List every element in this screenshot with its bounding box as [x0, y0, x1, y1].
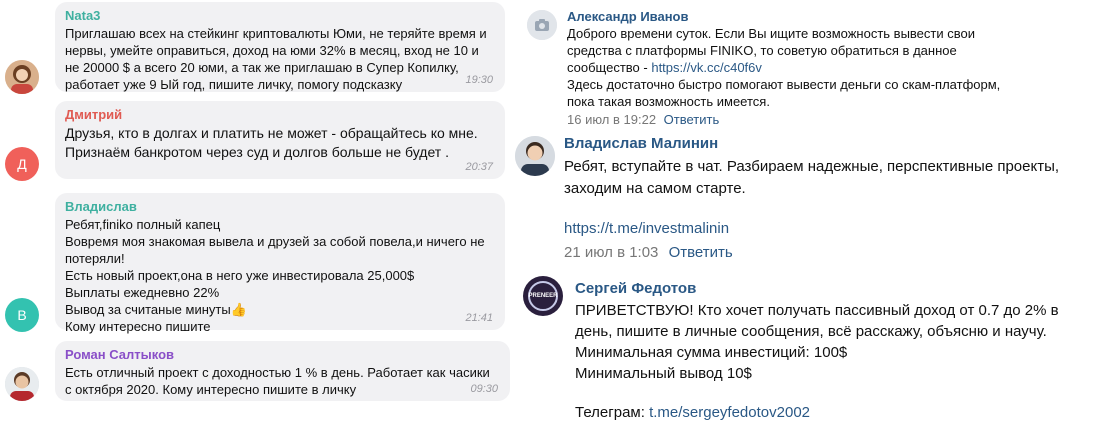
- message-bubble: Дмитрий Друзья, кто в долгах и платить н…: [55, 101, 505, 179]
- avatar-letter: Д: [17, 156, 27, 172]
- comment-date[interactable]: 21 июл в 1:03: [564, 244, 658, 261]
- comment-text: Ребят, вступайте в чат. Разбираем надежн…: [564, 158, 1060, 197]
- avatar-logo-text: PRENEER: [528, 293, 558, 299]
- message-time: 21:41: [465, 312, 493, 324]
- vk-comments-panel: Александр Иванов Доброго времени суток. …: [515, 0, 1098, 421]
- user-photo-icon: [515, 136, 555, 176]
- avatar[interactable]: [527, 10, 557, 40]
- sender-name[interactable]: Роман Салтыков: [65, 347, 500, 362]
- message-text: Приглашаю всех на стейкинг криптовалюты …: [65, 26, 487, 92]
- sender-name[interactable]: Nata3: [65, 8, 495, 23]
- comment-author[interactable]: Владислав Малинин: [564, 133, 1094, 155]
- message-time: 20:37: [465, 161, 493, 173]
- avatar[interactable]: PRENEER: [523, 276, 563, 316]
- reply-button[interactable]: Ответить: [669, 244, 733, 261]
- message-time: 09:30: [470, 383, 498, 395]
- sender-name[interactable]: Владислав: [65, 199, 495, 214]
- user-photo-icon: [5, 367, 39, 401]
- comment-text: Доброго времени суток. Если Вы ищите воз…: [567, 25, 1087, 76]
- message-text: Ребят,finiko полный капец Вовремя моя зн…: [65, 217, 485, 334]
- avatar[interactable]: В: [5, 298, 39, 332]
- comment-text-part: Доброго времени суток. Если Вы ищите воз…: [567, 26, 975, 75]
- telegram-link[interactable]: t.me/sergeyfedotov2002: [649, 404, 810, 421]
- comment-author[interactable]: Сергей Федотов: [575, 278, 1090, 299]
- message-time: 19:30: [465, 74, 493, 86]
- avatar-letter: В: [17, 307, 27, 323]
- camera-icon: [527, 10, 557, 40]
- reply-button[interactable]: Ответить: [664, 112, 720, 127]
- message-text: Есть отличный проект с доходностью 1 % в…: [65, 365, 490, 397]
- telegram-chat-panel: Nata3 Приглашаю всех на стейкинг криптов…: [0, 0, 515, 421]
- telegram-label: Телеграм:: [575, 404, 650, 421]
- comment-author[interactable]: Александр Иванов: [567, 8, 1087, 25]
- message-bubble: Nata3 Приглашаю всех на стейкинг криптов…: [55, 2, 505, 92]
- message-bubble: Владислав Ребят,finiko полный капец Вовр…: [55, 193, 505, 334]
- avatar[interactable]: Д: [5, 147, 39, 181]
- comment-link[interactable]: https://vk.cc/c40f6v: [651, 60, 762, 75]
- message-bubble: Роман Салтыков Есть отличный проект с до…: [55, 341, 510, 401]
- avatar[interactable]: [5, 60, 39, 94]
- comment-date[interactable]: 16 июл в 19:22: [567, 112, 656, 127]
- comment-text: ПРИВЕТСТВУЮ! Кто хочет получать пассивны…: [575, 302, 1059, 382]
- user-photo-icon: [5, 60, 39, 94]
- comment-link[interactable]: https://t.me/investmalinin: [564, 218, 1094, 240]
- avatar[interactable]: [515, 136, 555, 176]
- message-text: Друзья, кто в долгах и платить не может …: [65, 125, 478, 160]
- sender-name[interactable]: Дмитрий: [65, 107, 495, 122]
- avatar[interactable]: [5, 367, 39, 401]
- comment-text-continued: Здесь достаточно быстро помогают вывести…: [567, 77, 1001, 109]
